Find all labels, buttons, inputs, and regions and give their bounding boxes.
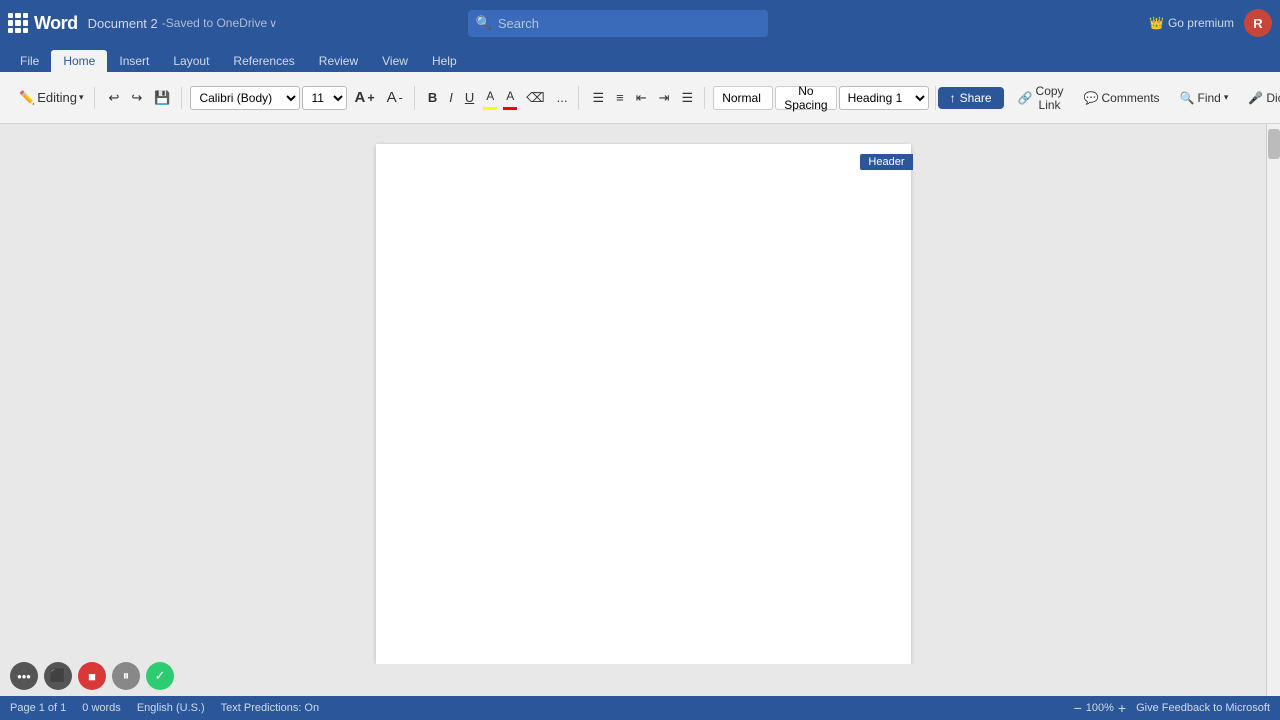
tab-home[interactable]: Home (51, 50, 107, 72)
font-color-swatch (503, 107, 517, 110)
bullet-list-button[interactable]: ☰ (587, 87, 609, 109)
find-icon: 🔍 (1180, 91, 1195, 105)
left-margin (0, 124, 20, 696)
increase-indent-button[interactable]: ⇥ (654, 87, 675, 109)
status-right: − 100% + Give Feedback to Microsoft (1074, 700, 1270, 716)
font-increase-button[interactable]: A+ (349, 86, 379, 109)
tab-references[interactable]: References (221, 50, 306, 72)
document-area[interactable]: Header (20, 124, 1266, 664)
decrease-indent-button[interactable]: ⇤ (631, 87, 652, 109)
italic-button[interactable]: I (444, 87, 458, 108)
tab-layout[interactable]: Layout (161, 50, 221, 72)
feedback-link[interactable]: Give Feedback to Microsoft (1136, 702, 1270, 714)
copy-link-button[interactable]: 🔗 Copy Link (1012, 81, 1070, 115)
go-premium-button[interactable]: 👑 Go premium (1149, 16, 1234, 30)
more-format-button[interactable]: ... (552, 87, 573, 108)
zoom-controls: − 100% + (1074, 700, 1127, 716)
text-predictions: Text Predictions: On (221, 702, 319, 714)
right-actions: 👑 Go premium R (1149, 9, 1272, 37)
recording-overlay: ••• ⬛ ■ ⏸ ✓ (10, 662, 174, 690)
save-quick-button[interactable]: 💾 (149, 87, 175, 109)
waffle-icon[interactable] (8, 13, 28, 33)
editing-mode-button[interactable]: ✏️ Editing ▾ (14, 87, 88, 109)
share-button[interactable]: ↑ Share (938, 87, 1004, 109)
search-icon: 🔍 (476, 15, 492, 31)
zoom-out-button[interactable]: − (1074, 700, 1082, 716)
recording-stop-button[interactable]: ■ (78, 662, 106, 690)
undoredo-group: ↩ ↪ 💾 (97, 87, 182, 109)
recording-more-button[interactable]: ••• (10, 662, 38, 690)
tab-insert[interactable]: Insert (107, 50, 161, 72)
title-bar: Word Document 2 - Saved to OneDrive ∨ 🔍 … (0, 0, 1280, 46)
undo-button[interactable]: ↩ (103, 87, 124, 109)
tab-file[interactable]: File (8, 50, 51, 72)
link-icon: 🔗 (1018, 91, 1033, 105)
styles-group: Normal No Spacing Heading 1 (707, 86, 935, 110)
crown-icon: 👑 (1149, 16, 1164, 30)
app-icon-area: Word (8, 13, 78, 34)
style-no-spacing[interactable]: No Spacing (775, 86, 836, 110)
doc-title: Document 2 (88, 16, 158, 31)
zoom-level: 100% (1086, 702, 1114, 714)
numbered-list-button[interactable]: ≡ (611, 87, 629, 108)
tab-view[interactable]: View (370, 50, 420, 72)
onedrive-chevron[interactable]: ∨ (269, 17, 277, 30)
pencil-icon: ✏️ (19, 90, 35, 106)
find-chevron: ▾ (1224, 92, 1229, 103)
clear-format-button[interactable]: ⌫ (521, 87, 549, 109)
font-color-button[interactable]: A (501, 86, 519, 106)
redo-button[interactable]: ↪ (126, 87, 147, 109)
highlight-swatch (483, 107, 497, 110)
user-avatar[interactable]: R (1244, 9, 1272, 37)
recording-done-button[interactable]: ✓ (146, 662, 174, 690)
align-button[interactable]: ☰ (677, 87, 699, 109)
underline-button[interactable]: U (460, 87, 479, 108)
heading-select[interactable]: Heading 1 (839, 86, 929, 110)
zoom-in-button[interactable]: + (1118, 700, 1126, 716)
tab-review[interactable]: Review (307, 50, 370, 72)
font-family-select[interactable]: Calibri (Body) (190, 86, 300, 110)
page-info: Page 1 of 1 (10, 702, 66, 714)
text-format-group: B I U A A ⌫ ... (417, 86, 580, 110)
editing-group: ✏️ Editing ▾ (8, 87, 95, 109)
word-count: 0 words (82, 702, 121, 714)
ribbon-right-actions: ↑ Share 🔗 Copy Link 💬 Comments 🔍 Find ▾ … (938, 81, 1280, 115)
font-group: Calibri (Body) 11 A+ A- (184, 86, 414, 110)
status-bar: Page 1 of 1 0 words English (U.S.) Text … (0, 696, 1280, 720)
document-page[interactable]: Header (376, 144, 911, 664)
editing-chevron-icon: ▾ (79, 92, 84, 103)
comments-button[interactable]: 💬 Comments (1078, 88, 1166, 108)
recording-screen-button[interactable]: ⬛ (44, 662, 72, 690)
bold-button[interactable]: B (423, 87, 442, 108)
share-icon: ↑ (950, 91, 956, 105)
scroll-thumb[interactable] (1268, 129, 1280, 159)
header-label: Header (860, 154, 912, 170)
recording-pause-button[interactable]: ⏸ (112, 662, 140, 690)
ribbon: ✏️ Editing ▾ ↩ ↪ 💾 Calibri (Body) 11 A+ … (0, 72, 1280, 124)
font-decrease-button[interactable]: A- (382, 86, 408, 109)
highlight-color-group: A (481, 86, 499, 110)
language: English (U.S.) (137, 702, 205, 714)
word-logo: Word (34, 13, 78, 34)
highlight-button[interactable]: A (481, 86, 499, 106)
style-normal[interactable]: Normal (713, 86, 773, 110)
comment-icon: 💬 (1084, 91, 1099, 105)
search-input[interactable] (468, 10, 768, 37)
save-status: Saved to OneDrive (166, 16, 267, 30)
dictate-button[interactable]: 🎤 Dictate ▾ (1242, 88, 1280, 108)
ribbon-tabs: File Home Insert Layout References Revie… (0, 46, 1280, 72)
search-wrapper: 🔍 (468, 10, 768, 37)
dictate-icon: 🎤 (1248, 91, 1263, 105)
font-color-group: A (501, 86, 519, 110)
tab-help[interactable]: Help (420, 50, 469, 72)
find-button[interactable]: 🔍 Find ▾ (1174, 88, 1235, 108)
scrollbar[interactable] (1266, 124, 1280, 696)
font-size-select[interactable]: 11 (302, 86, 347, 110)
list-group: ☰ ≡ ⇤ ⇥ ☰ (581, 87, 705, 109)
